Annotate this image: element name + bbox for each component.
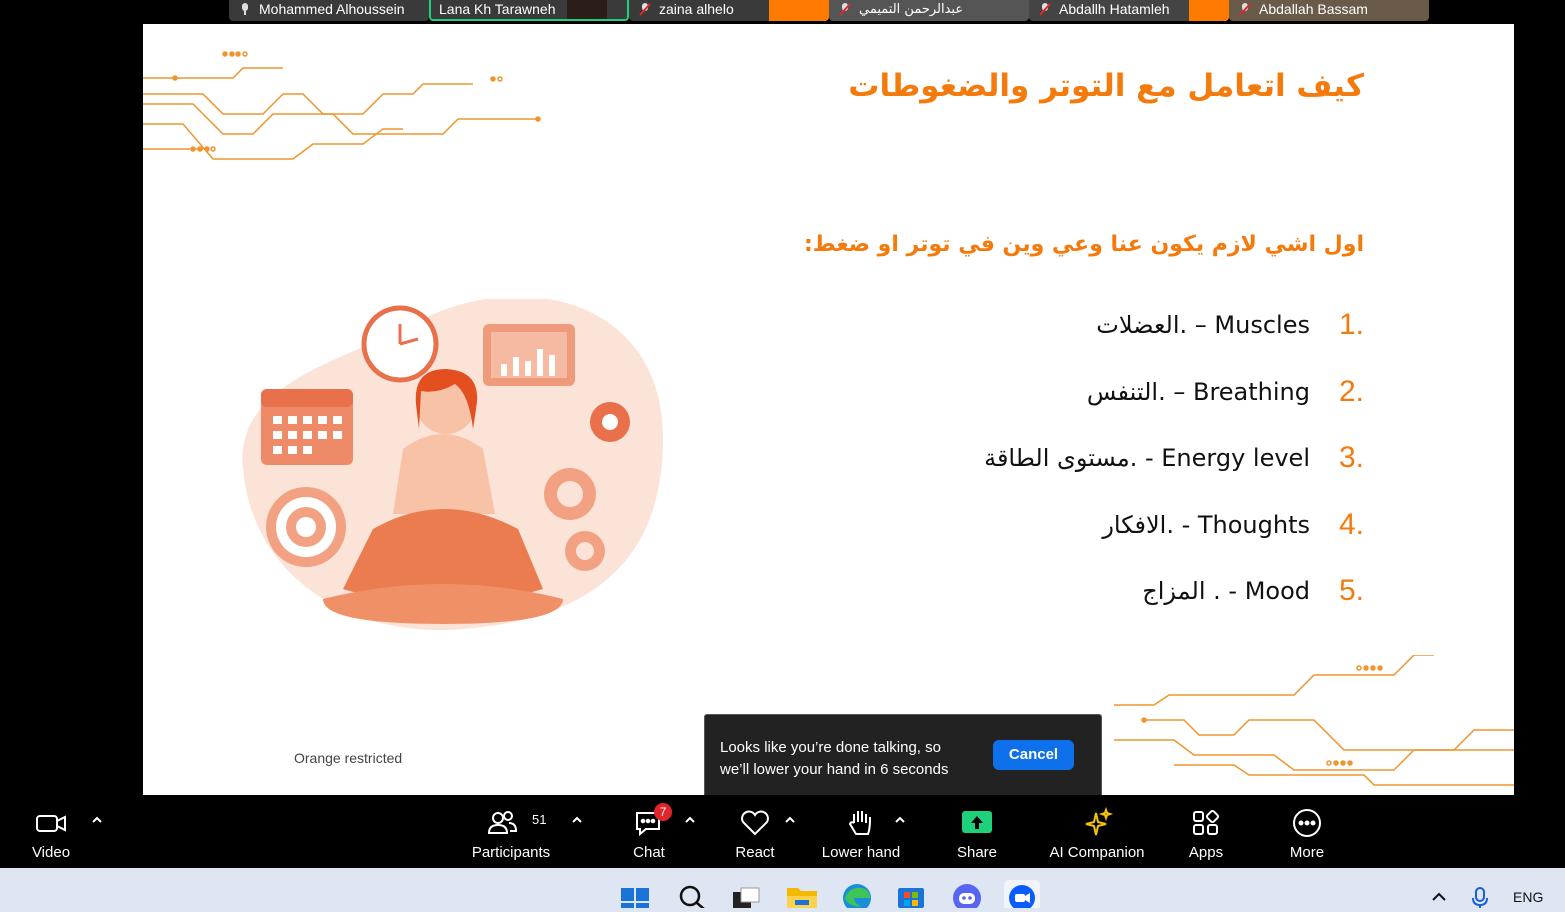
participant-name: Lana Kh Tarawneh: [439, 1, 556, 17]
chevron-up-icon[interactable]: [1428, 874, 1450, 908]
participant-strip: Mohammed Alhoussein Lana Kh Tarawneh zai…: [229, 0, 1429, 21]
participants-button[interactable]: Participants: [466, 795, 556, 868]
more-label: More: [1289, 844, 1325, 861]
share-label: Share: [956, 844, 998, 861]
ai-companion-button[interactable]: AI Companion: [1044, 795, 1150, 868]
zoom-meeting-window: Mohammed Alhoussein Lana Kh Tarawneh zai…: [0, 0, 1565, 912]
participants-label: Participants: [471, 844, 551, 861]
slide-list: العضلات. – Muscles 1. التنفس. – Breathing…: [744, 292, 1364, 625]
circuit-decoration: [143, 51, 541, 160]
list-item-number: 2.: [1338, 374, 1364, 408]
participant-tile[interactable]: Mohammed Alhoussein: [229, 0, 429, 21]
search-icon[interactable]: [675, 874, 709, 908]
chat-button[interactable]: Chat: [614, 795, 684, 868]
video-label: Video: [31, 844, 71, 861]
list-item-number: 4.: [1338, 507, 1364, 541]
windows-taskbar: ENG: [0, 868, 1565, 912]
slide-footer: Orange restricted: [294, 750, 403, 766]
heart-icon: [741, 810, 769, 836]
slide-title: كيف اتعامل مع التوتر والضغوطات: [848, 68, 1364, 104]
chevron-up-icon[interactable]: [683, 815, 697, 825]
apps-label: Apps: [1188, 844, 1224, 861]
share-button[interactable]: Share: [942, 795, 1012, 868]
sparkle-icon: [1085, 807, 1114, 836]
meditation-illustration: [242, 299, 663, 631]
participant-name: zaina alhelo: [659, 1, 734, 17]
chevron-up-icon[interactable]: [570, 815, 584, 825]
zoom-icon[interactable]: [1004, 874, 1040, 908]
file-explorer-icon[interactable]: [785, 874, 819, 908]
circuit-decoration: [1114, 655, 1514, 786]
mic-muted-icon: [639, 3, 651, 16]
participant-tile[interactable]: zaina alhelo: [629, 0, 829, 21]
react-button[interactable]: React: [720, 795, 790, 868]
list-item-text: الافكار. - Thoughts: [1102, 510, 1310, 539]
meeting-toolbar: Video Participants 51 Chat 7 React Lower…: [0, 795, 1565, 868]
lower-hand-label: Lower hand: [821, 844, 901, 861]
list-item-text: التنفس. – Breathing: [1086, 377, 1310, 406]
mic-icon: [242, 3, 248, 15]
video-button[interactable]: Video: [16, 795, 86, 868]
list-item: العضلات. – Muscles 1.: [744, 292, 1364, 359]
microphone-icon[interactable]: [1469, 874, 1491, 908]
apps-button[interactable]: Apps: [1176, 795, 1236, 868]
more-icon: [1293, 809, 1321, 837]
share-screen-icon: [962, 811, 992, 833]
microsoft-store-icon[interactable]: [894, 874, 928, 908]
list-item: مستوى الطاقة. - Energy level 3.: [744, 425, 1364, 492]
participant-tile[interactable]: Abdallh Hatamleh: [1029, 0, 1229, 21]
mic-muted-icon: [1039, 3, 1051, 16]
windows-start-icon[interactable]: [618, 874, 652, 908]
list-item-text: المزاج . - Mood: [1142, 577, 1310, 606]
participant-tile-active[interactable]: Lana Kh Tarawneh: [429, 0, 629, 21]
participant-name: عبدالرحمن التميمي: [859, 2, 964, 17]
more-button[interactable]: More: [1276, 795, 1338, 868]
list-item: التنفس. – Breathing 2.: [744, 359, 1364, 426]
chevron-up-icon[interactable]: [893, 815, 907, 825]
list-item: الافكار. - Thoughts 4.: [744, 492, 1364, 559]
list-item: المزاج . - Mood 5.: [744, 558, 1364, 625]
list-item-number: 5.: [1338, 574, 1364, 608]
chat-label: Chat: [633, 844, 665, 861]
lower-hand-button[interactable]: Lower hand: [812, 795, 910, 868]
edge-icon[interactable]: [840, 874, 874, 908]
language-indicator[interactable]: ENG: [1513, 889, 1543, 905]
list-item-text: العضلات. – Muscles: [1096, 311, 1310, 340]
discord-icon[interactable]: [950, 874, 984, 908]
chevron-up-icon[interactable]: [783, 815, 797, 825]
react-label: React: [735, 844, 775, 861]
participants-count: 51: [532, 812, 547, 827]
chat-badge: 7: [654, 803, 672, 821]
task-view-icon[interactable]: [729, 874, 763, 908]
toast-message: Looks like you’re done talking, so we’ll…: [720, 739, 949, 778]
participant-name: Abdallah Bassam: [1259, 1, 1368, 17]
participant-name: Abdallh Hatamleh: [1059, 1, 1170, 17]
participant-tile[interactable]: عبدالرحمن التميمي: [829, 0, 1029, 21]
apps-icon: [1193, 809, 1220, 835]
participant-tile[interactable]: Abdallah Bassam: [1229, 0, 1429, 21]
mic-muted-icon: [839, 3, 851, 16]
participant-name: Mohammed Alhoussein: [259, 1, 405, 17]
chevron-up-icon[interactable]: [90, 815, 104, 825]
hand-icon: [848, 811, 871, 835]
ai-companion-label: AI Companion: [1049, 844, 1145, 861]
participants-icon: [487, 811, 518, 834]
list-item-number: 3.: [1338, 441, 1364, 475]
cancel-button[interactable]: Cancel: [993, 740, 1074, 770]
mic-muted-icon: [1239, 3, 1251, 16]
list-item-number: 1.: [1338, 308, 1364, 342]
video-camera-icon: [36, 815, 66, 832]
shared-slide: كيف اتعامل مع التوتر والضغوطات اول اشي ل…: [143, 24, 1514, 795]
lower-hand-toast: Looks like you’re done talking, so we’ll…: [704, 714, 1102, 798]
list-item-text: مستوى الطاقة. - Energy level: [984, 444, 1310, 473]
slide-subtitle: اول اشي لازم يكون عنا وعي وين في توتر او…: [803, 232, 1364, 257]
